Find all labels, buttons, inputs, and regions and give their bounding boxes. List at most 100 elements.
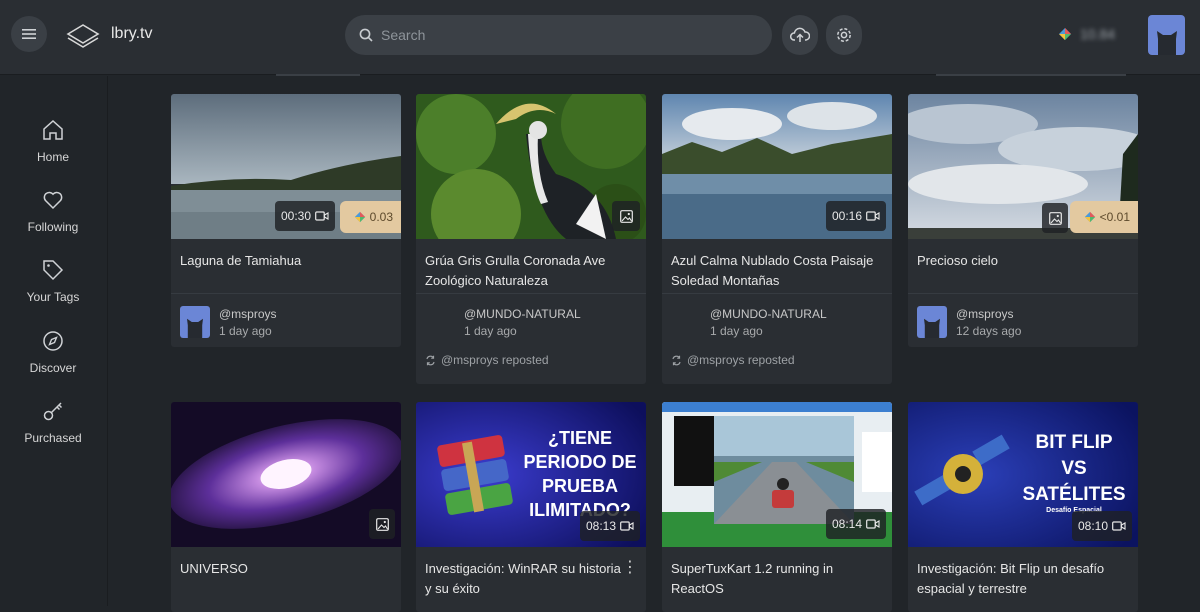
channel-info[interactable]: @MUNDO-NATURAL 1 day ago — [662, 294, 892, 350]
channel-avatar[interactable] — [180, 306, 210, 338]
duration-text: 08:10 — [1077, 519, 1108, 533]
upload-button[interactable] — [782, 15, 818, 55]
thumbnail[interactable]: 08:14 — [662, 402, 892, 547]
video-icon — [1112, 521, 1126, 531]
galaxy-thumbnail — [171, 402, 401, 547]
thumbnail[interactable] — [416, 94, 646, 239]
video-card[interactable]: <0.01 Precioso cielo @msproys 12 days ag… — [908, 94, 1138, 347]
thumbnail[interactable]: <0.01 — [908, 94, 1138, 239]
heart-icon — [43, 191, 63, 210]
card-title[interactable]: Investigación: WinRAR su historia y su é… — [416, 547, 646, 601]
video-card[interactable]: BIT FLIP VS SATÉLITES Desafío Espacial 0… — [908, 402, 1138, 612]
video-icon — [866, 519, 880, 529]
video-card[interactable]: 00:30 0.03 Laguna de Tamiahua @msproys 1… — [171, 94, 401, 347]
duration-text: 00:30 — [281, 209, 312, 223]
card-title[interactable]: Investigación: Bit Flip un desafío espac… — [908, 547, 1138, 601]
duration-badge: 08:13 — [579, 511, 640, 541]
thumbnail[interactable]: 00:16 — [662, 94, 892, 239]
card-title[interactable]: SuperTuxKart 1.2 running in ReactOS — [662, 547, 892, 601]
duration-text: 00:16 — [831, 209, 862, 223]
sidebar-item-label: Purchased — [24, 431, 82, 445]
price-badge: 0.03 — [339, 201, 401, 233]
video-icon — [315, 211, 329, 221]
image-type-badge — [1042, 203, 1068, 233]
image-icon — [375, 517, 389, 531]
channel-info[interactable]: @MUNDO-NATURAL 1 day ago — [416, 294, 646, 350]
wallet-balance[interactable]: 10.84 — [1058, 26, 1115, 42]
hamburger-icon — [22, 29, 36, 39]
settings-button[interactable] — [826, 15, 862, 55]
repost-text: @msproys reposted — [441, 353, 549, 367]
video-icon — [866, 211, 880, 221]
search-input[interactable]: Search — [345, 15, 772, 55]
repost-info[interactable]: @msproys reposted — [662, 350, 892, 370]
video-icon — [620, 521, 634, 531]
card-title[interactable]: UNIVERSO — [171, 547, 401, 601]
search-icon — [359, 28, 373, 42]
search-placeholder: Search — [381, 27, 426, 43]
image-type-badge — [612, 201, 640, 231]
thumbnail[interactable]: 00:30 0.03 — [171, 94, 401, 239]
channel-name[interactable]: @MUNDO-NATURAL — [710, 307, 827, 321]
section-divider — [276, 74, 360, 76]
publish-date: 1 day ago — [464, 323, 517, 338]
compass-icon — [43, 331, 63, 351]
octocat-avatar-icon — [1156, 31, 1177, 55]
duration-text: 08:13 — [585, 519, 616, 533]
repost-info[interactable]: @msproys reposted — [416, 350, 646, 370]
section-divider — [936, 74, 1126, 76]
sidebar-item-discover[interactable]: Discover — [0, 329, 106, 377]
thumb-text-line: PERIODO DE — [523, 452, 636, 472]
sidebar-item-home[interactable]: Home — [0, 118, 106, 166]
thumbnail[interactable] — [171, 402, 401, 547]
sidebar-item-your-tags[interactable]: Your Tags — [0, 258, 106, 306]
price-text: <0.01 — [1099, 210, 1130, 224]
thumb-text-line: ¿TIENE — [548, 428, 612, 448]
thumb-text-line: PRUEBA — [542, 476, 618, 496]
thumbnail[interactable]: BIT FLIP VS SATÉLITES Desafío Espacial 0… — [908, 402, 1138, 547]
channel-avatar[interactable] — [917, 306, 947, 338]
tag-icon — [43, 260, 64, 281]
publish-date: 1 day ago — [219, 323, 272, 338]
repost-icon — [672, 355, 681, 365]
sidebar-item-label: Discover — [29, 361, 77, 375]
home-icon — [43, 119, 63, 140]
sidebar-item-purchased[interactable]: Purchased — [0, 399, 106, 447]
video-card[interactable]: 08:14 SuperTuxKart 1.2 running in ReactO… — [662, 402, 892, 612]
top-bar: lbry.tv Search 10.84 — [0, 0, 1200, 75]
card-title[interactable]: Grúa Gris Grulla Coronada Ave Zoológico … — [416, 239, 646, 293]
publish-date: 1 day ago — [710, 323, 763, 338]
video-card[interactable]: Grúa Gris Grulla Coronada Ave Zoológico … — [416, 94, 646, 384]
sidebar-item-following[interactable]: Following — [0, 188, 106, 236]
lbc-credits-icon — [1059, 28, 1071, 40]
video-card[interactable]: UNIVERSO — [171, 402, 401, 612]
brand-name[interactable]: lbry.tv — [111, 25, 152, 43]
price-text: 0.03 — [369, 210, 393, 224]
lbry-logo-icon[interactable] — [66, 22, 100, 48]
user-avatar[interactable] — [1148, 15, 1185, 55]
key-icon — [43, 402, 63, 421]
channel-info[interactable]: @msproys 12 days ago — [908, 294, 1138, 347]
image-icon — [619, 209, 633, 223]
channel-name[interactable]: @msproys — [956, 307, 1021, 321]
thumbnail[interactable]: ¿TIENE PERIODO DE PRUEBA ILIMITADO? 08:1… — [416, 402, 646, 547]
card-title[interactable]: Laguna de Tamiahua — [171, 239, 401, 293]
duration-badge: 08:10 — [1071, 511, 1132, 541]
card-title[interactable]: Azul Calma Nublado Costa Paisaje Soledad… — [662, 239, 892, 293]
image-type-badge — [369, 509, 395, 539]
more-options-icon[interactable]: ⋮ — [622, 557, 638, 577]
channel-name[interactable]: @msproys — [219, 307, 277, 321]
channel-name[interactable]: @MUNDO-NATURAL — [464, 307, 581, 321]
sidebar-item-label: Home — [36, 150, 69, 164]
video-card[interactable]: ¿TIENE PERIODO DE PRUEBA ILIMITADO? 08:1… — [416, 402, 646, 612]
lbc-credits-icon — [1084, 211, 1095, 223]
repost-text: @msproys reposted — [687, 353, 795, 367]
octocat-avatar-icon — [187, 318, 203, 338]
gear-icon — [837, 28, 851, 42]
card-title[interactable]: Precioso cielo — [908, 239, 1138, 293]
channel-info[interactable]: @msproys 1 day ago — [171, 294, 401, 347]
video-card[interactable]: 00:16 Azul Calma Nublado Costa Paisaje S… — [662, 94, 892, 384]
sidebar-item-label: Your Tags — [26, 290, 80, 304]
image-icon — [1048, 211, 1062, 225]
menu-button[interactable] — [11, 16, 47, 52]
